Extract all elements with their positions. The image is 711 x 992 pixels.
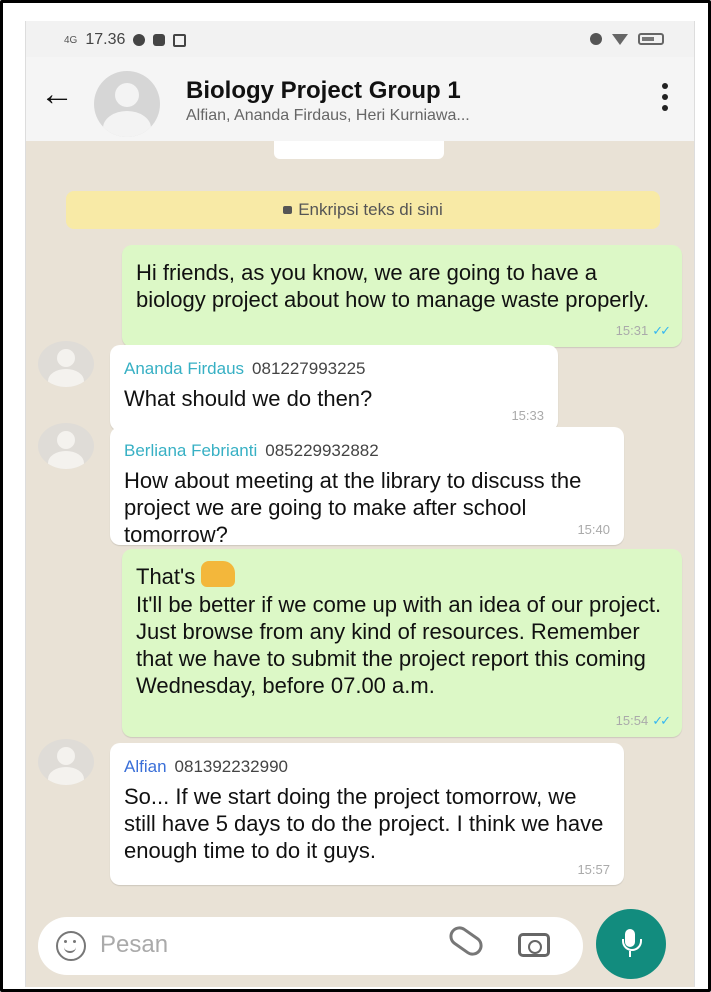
- message-text: What should we do then?: [124, 386, 373, 411]
- message-text-first-word: That's: [136, 564, 196, 589]
- emoji-icon[interactable]: [56, 931, 86, 961]
- sender-line: Berliana Febrianti 085229932882: [124, 441, 610, 461]
- message-text-first: That's: [136, 561, 668, 591]
- sender-name[interactable]: Berliana Febrianti: [124, 441, 257, 460]
- more-vertical-icon[interactable]: [662, 83, 668, 111]
- encryption-notice[interactable]: Enkripsi teks di sini: [66, 191, 660, 229]
- read-ticks-icon: ✓✓: [652, 713, 671, 728]
- alarm-icon: [590, 33, 602, 45]
- message-bubble[interactable]: Ananda Firdaus 081227993225 What should w…: [110, 345, 558, 431]
- sender-phone: 085229932882: [265, 441, 379, 460]
- message-text: So... If we start doing the project tomo…: [124, 784, 604, 863]
- message-meta: 15:31 ✓✓: [615, 323, 671, 339]
- notification-icon: [133, 34, 146, 46]
- paperclip-icon[interactable]: [445, 922, 487, 960]
- chat-members[interactable]: Alfian, Ananda Firdaus, Heri Kurniawa...: [186, 107, 470, 125]
- message-time: 15:33: [511, 408, 544, 423]
- message-list[interactable]: Enkripsi teks di sini Hi friends, as you…: [26, 141, 694, 921]
- sender-phone: 081392232990: [174, 757, 288, 776]
- arrow-left-icon[interactable]: ←: [40, 77, 74, 111]
- camera-icon[interactable]: [518, 933, 550, 957]
- lock-icon: [283, 206, 293, 214]
- status-time: 17.36: [85, 31, 126, 48]
- message-time: 15:31: [615, 323, 649, 338]
- whatsapp-screen: 4G 17.36 ← Biology Project Group 1 Alfia…: [25, 21, 695, 987]
- message-text: How about meeting at the library to disc…: [124, 468, 582, 547]
- status-left: 4G 17.36: [64, 31, 187, 49]
- thumbs-up-icon: [201, 561, 236, 588]
- message-bubble[interactable]: Hi friends, as you know, we are going to…: [122, 245, 682, 347]
- sender-name[interactable]: Ananda Firdaus: [124, 359, 244, 378]
- message-input[interactable]: Pesan: [100, 931, 168, 959]
- status-bar: 4G 17.36: [26, 21, 694, 57]
- message-text: Hi friends, as you know, we are going to…: [136, 260, 650, 312]
- message-bubble[interactable]: That's It'll be better if we come up wit…: [122, 549, 682, 737]
- message-bubble[interactable]: Alfian 081392232990 So... If we start doi…: [110, 743, 624, 885]
- group-avatar[interactable]: [94, 71, 160, 137]
- wifi-icon: [612, 33, 628, 45]
- sender-name[interactable]: Alfian: [124, 757, 167, 776]
- image-notification-icon: [173, 33, 187, 47]
- network-indicator: 4G: [64, 34, 78, 46]
- message-time: 15:40: [577, 522, 610, 537]
- voice-record-button[interactable]: [596, 909, 666, 979]
- encryption-text: Enkripsi teks di sini: [298, 200, 443, 219]
- sender-avatar[interactable]: [38, 423, 94, 469]
- chat-header: ← Biology Project Group 1 Alfian, Ananda…: [26, 57, 694, 141]
- battery-icon: [638, 33, 664, 45]
- notification-icon: [153, 34, 166, 46]
- sender-avatar[interactable]: [38, 739, 94, 785]
- phone-frame: 4G 17.36 ← Biology Project Group 1 Alfia…: [0, 0, 711, 992]
- microphone-icon-foot: [629, 951, 631, 957]
- sender-avatar[interactable]: [38, 341, 94, 387]
- date-chip: [274, 141, 444, 159]
- sender-line: Ananda Firdaus 081227993225: [124, 359, 544, 379]
- read-ticks-icon: ✓✓: [652, 323, 671, 338]
- message-time: 15:57: [577, 862, 610, 877]
- sender-phone: 081227993225: [252, 359, 366, 378]
- message-bubble[interactable]: Berliana Febrianti 085229932882 How about…: [110, 427, 624, 547]
- sender-line: Alfian 081392232990: [124, 757, 610, 777]
- message-text: It'll be better if we come up with an id…: [136, 592, 662, 699]
- message-time: 15:54: [615, 713, 649, 728]
- microphone-icon-stand: [622, 939, 642, 951]
- message-input-bar[interactable]: Pesan: [38, 917, 583, 975]
- chat-title[interactable]: Biology Project Group 1: [186, 77, 461, 105]
- status-right: [590, 33, 664, 45]
- message-meta: 15:54 ✓✓: [615, 713, 671, 729]
